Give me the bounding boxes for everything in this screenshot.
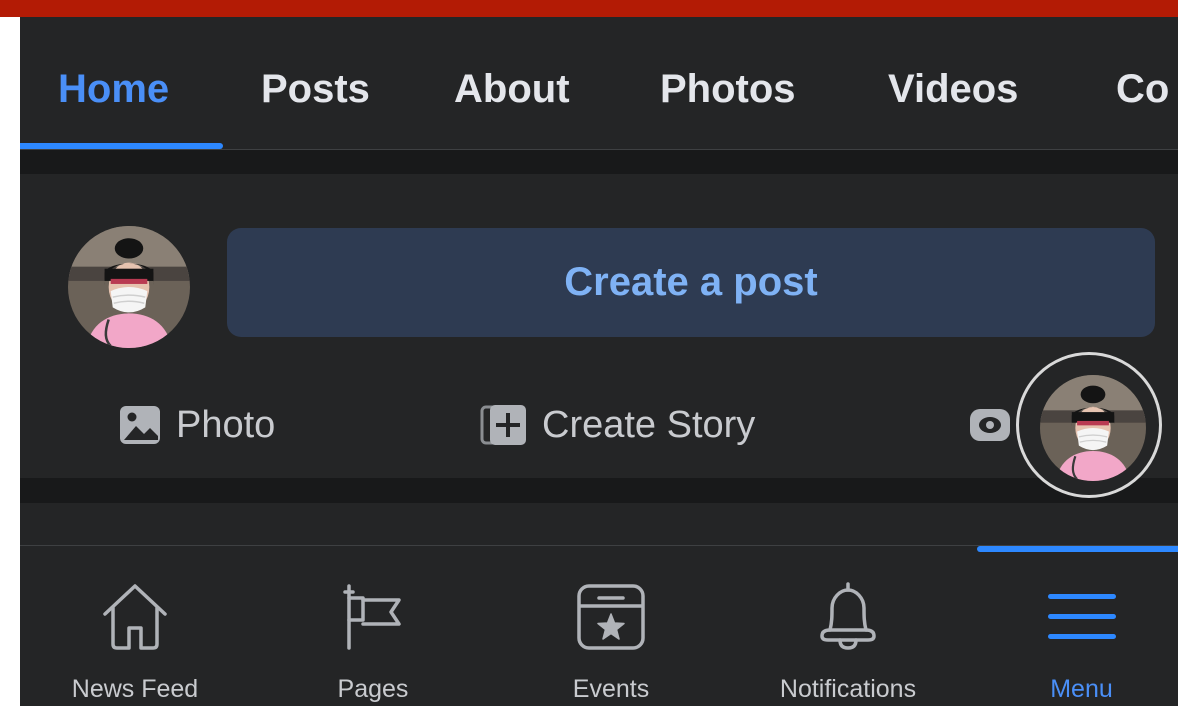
profile-tab-bar: Home Posts About Photos Videos Co — [20, 17, 1178, 149]
nav-pages[interactable]: Pages — [273, 546, 473, 706]
create-story-icon — [480, 405, 526, 445]
create-story-label: Create Story — [542, 403, 756, 446]
flag-icon — [333, 576, 413, 656]
nav-notifications[interactable]: Notifications — [748, 546, 948, 706]
create-post-button[interactable]: Create a post — [227, 228, 1155, 337]
section-separator — [20, 478, 1178, 503]
tab-videos[interactable]: Videos — [888, 66, 1018, 112]
nav-notifications-label: Notifications — [779, 675, 917, 703]
nav-news-feed[interactable]: News Feed — [35, 546, 235, 706]
create-story-action[interactable]: Create Story — [480, 400, 755, 450]
nav-menu-label: Menu — [1050, 675, 1113, 703]
nav-menu[interactable]: Menu — [985, 546, 1178, 706]
tab-posts[interactable]: Posts — [261, 66, 370, 112]
tab-home[interactable]: Home — [58, 66, 169, 112]
eye-icon — [970, 409, 1010, 441]
tab-photos[interactable]: Photos — [660, 66, 796, 112]
photo-icon — [120, 406, 160, 444]
chat-head-avatar — [1040, 375, 1146, 481]
photo-action-label: Photo — [176, 403, 276, 446]
hamburger-menu-icon — [1042, 576, 1122, 656]
top-status-strip — [0, 0, 1178, 17]
nav-news-feed-label: News Feed — [71, 675, 199, 703]
section-separator — [20, 150, 1178, 174]
photo-action[interactable]: Photo — [118, 400, 275, 450]
next-section-card — [20, 503, 1178, 545]
app-screen: Home Posts About Photos Videos Co Create… — [20, 17, 1178, 706]
nav-events-label: Events — [572, 675, 650, 703]
nav-pages-label: Pages — [337, 675, 409, 703]
tab-community[interactable]: Co — [1116, 66, 1169, 112]
home-icon — [95, 576, 175, 656]
tab-about[interactable]: About — [454, 66, 570, 112]
nav-events[interactable]: Events — [511, 546, 711, 706]
bell-icon — [808, 576, 888, 656]
post-composer: Create a post Photo Create Story — [20, 174, 1178, 478]
profile-avatar[interactable] — [68, 226, 190, 348]
bottom-navigation-bar: News Feed Pages Events Notifications Men… — [20, 546, 1178, 706]
calendar-star-icon — [571, 576, 651, 656]
chat-head-bubble[interactable] — [1016, 352, 1162, 498]
